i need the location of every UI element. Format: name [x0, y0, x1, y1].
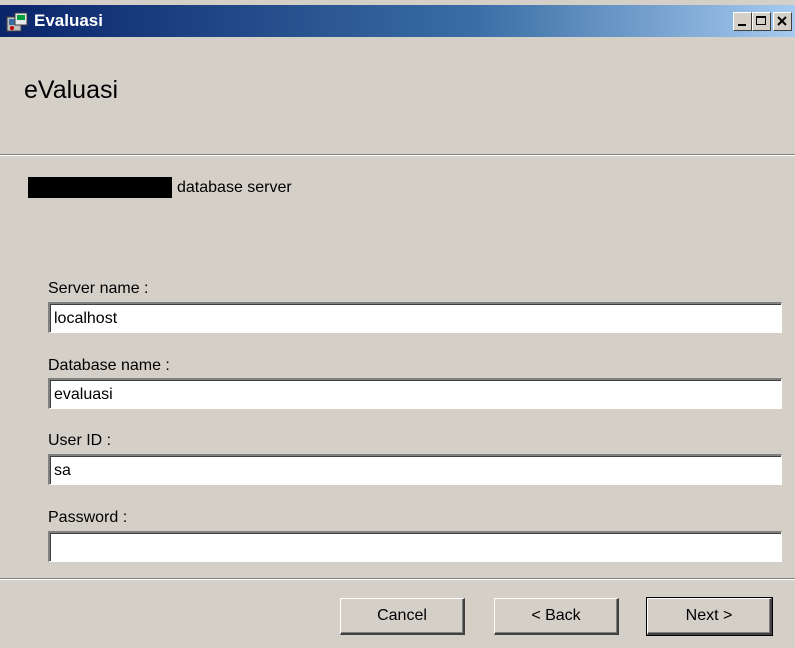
- cancel-button[interactable]: Cancel: [340, 598, 465, 635]
- close-icon: [777, 16, 787, 26]
- page-title: eValuasi: [24, 76, 119, 104]
- setup-dialog: Evaluasi eValuasi database server Server…: [0, 0, 795, 648]
- page-subtitle: database server: [177, 179, 292, 196]
- maximize-icon: [756, 16, 766, 25]
- next-button[interactable]: Next >: [646, 597, 773, 636]
- user-id-label: User ID :: [48, 432, 112, 449]
- header-divider: [0, 154, 795, 156]
- title-bar[interactable]: Evaluasi: [0, 5, 795, 37]
- app-icon: [6, 11, 30, 33]
- redacted-text: [28, 177, 172, 198]
- maximize-button[interactable]: [752, 12, 771, 31]
- minimize-icon: [738, 24, 746, 26]
- password-input[interactable]: [48, 531, 782, 562]
- user-id-input[interactable]: [48, 454, 782, 485]
- back-button[interactable]: < Back: [494, 598, 619, 635]
- window-title: Evaluasi: [34, 11, 103, 30]
- minimize-button[interactable]: [733, 12, 752, 31]
- password-label: Password :: [48, 509, 128, 526]
- database-name-input[interactable]: [48, 378, 782, 409]
- database-name-label: Database name :: [48, 357, 170, 374]
- dialog-header: eValuasi: [0, 37, 795, 154]
- server-name-input[interactable]: [48, 302, 782, 333]
- server-name-label: Server name :: [48, 280, 149, 297]
- close-button[interactable]: [773, 12, 792, 31]
- footer-divider: [0, 578, 795, 580]
